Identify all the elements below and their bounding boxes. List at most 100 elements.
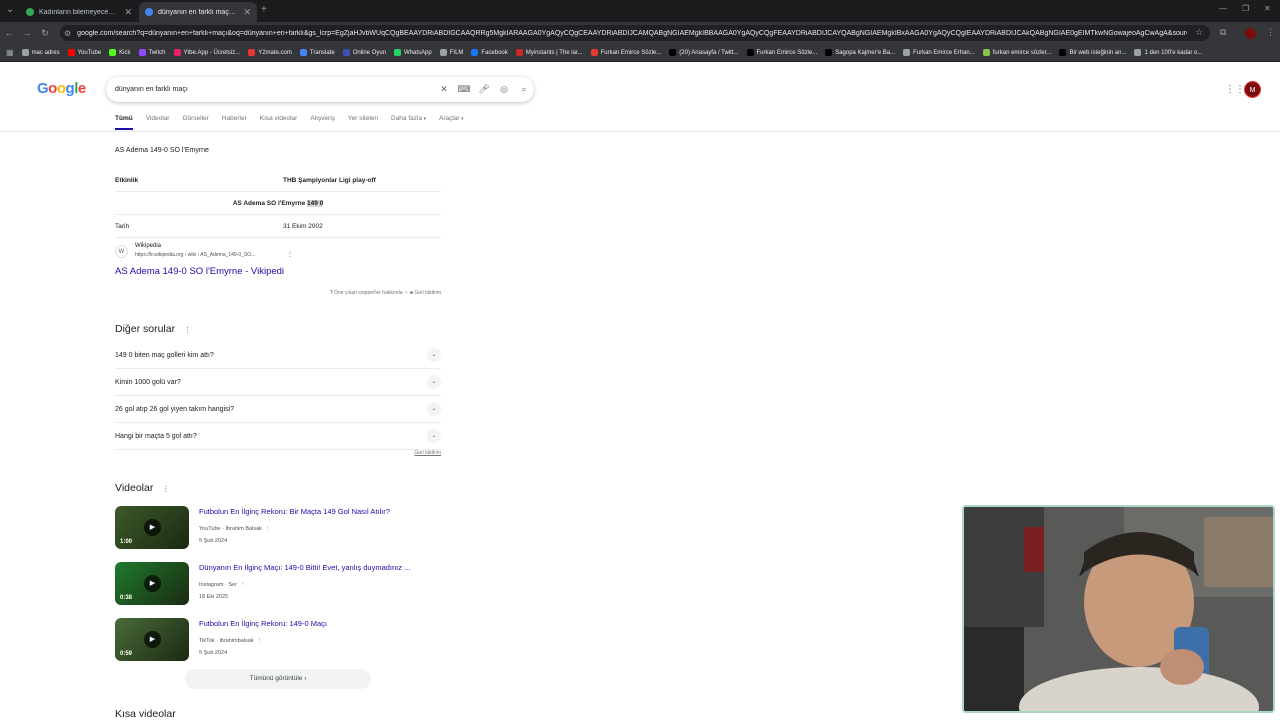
search-input[interactable]: dünyanın en farklı maçı <box>115 86 434 93</box>
source-name[interactable]: Wikipedia <box>135 243 161 249</box>
close-icon[interactable]: ✕ <box>243 7 251 18</box>
chevron-down-icon[interactable]: ⌄ <box>427 375 441 389</box>
browser-chrome: ⌄ Kadınların bilemeyeceği şeyler ✕ dünya… <box>0 0 1280 62</box>
bookmark-item[interactable]: Facebook <box>471 49 508 56</box>
video-thumbnail[interactable]: ▶ 0:59 <box>115 618 189 661</box>
search-box[interactable]: dünyanın en farklı maçı ✕ ⌨ 🎤︎ ◎ ⌕ <box>106 77 534 102</box>
highlighted-score: 149 0 <box>307 199 324 207</box>
minimize-icon[interactable]: — <box>1219 4 1227 13</box>
search-tab[interactable]: Kısa videolar <box>260 115 298 130</box>
video-result[interactable]: ▶ 1:00 Futbolun En İlginç Rekoru: Bir Ma… <box>115 506 441 550</box>
search-tab[interactable]: Videolar <box>146 115 170 130</box>
paa-question[interactable]: Kimin 1000 golü var? ⌄ <box>115 369 441 396</box>
profile-avatar[interactable] <box>1245 28 1256 39</box>
search-tab[interactable]: Görseller <box>182 115 208 130</box>
bookmark-label: FILM <box>449 49 464 56</box>
video-result[interactable]: ▶ 0:59 Futbolun En İlginç Rekoru: 149-0 … <box>115 618 441 662</box>
video-title[interactable]: Futbolun En İlginç Rekoru: 149-0 Maçı <box>199 619 439 628</box>
search-icon[interactable]: ⌕ <box>514 84 534 95</box>
bookmark-item[interactable]: YouTube <box>67 49 101 56</box>
menu-icon[interactable]: ⋮ <box>1266 27 1275 38</box>
result-link[interactable]: AS Adema 149-0 SO l'Emyrne - Vikipedi <box>115 266 284 277</box>
new-tab-icon[interactable]: + <box>261 4 267 15</box>
search-tab[interactable]: Haberler <box>222 115 247 130</box>
reload-icon[interactable]: ↻ <box>36 28 54 39</box>
search-tab[interactable]: Alışveriş <box>310 115 335 130</box>
bookmark-item[interactable]: Kick <box>109 49 131 56</box>
search-tab[interactable]: Tümü <box>115 115 133 130</box>
bookmark-item[interactable]: Furkan Emirce Erhan... <box>903 49 975 56</box>
bookmark-item[interactable]: Y2mate.com <box>248 49 292 56</box>
more-options-icon[interactable]: ⋮ <box>240 582 246 588</box>
bookmark-label: Furkan Emirce Sözle... <box>756 49 818 56</box>
bookmark-item[interactable]: WhatsApp <box>394 49 432 56</box>
video-date: 5 Şub 2024 <box>199 538 228 544</box>
browser-tab-2[interactable]: dünyanın en farklı maçı - Goog ✕ <box>139 2 257 22</box>
bookmark-item[interactable]: Myinstants | The lar... <box>515 49 583 56</box>
paa-heading-text: Diğer sorular <box>115 323 176 335</box>
more-options-icon[interactable]: ⋮ <box>287 251 293 258</box>
account-avatar[interactable]: M <box>1244 81 1261 98</box>
more-options-icon[interactable]: ⋮ <box>184 327 191 334</box>
video-title[interactable]: Futbolun En İlginç Rekoru: Bir Maçta 149… <box>199 507 439 516</box>
bookmark-item[interactable]: Bir web isteğinin an... <box>1059 49 1126 56</box>
dropdown-icon: ▾ <box>422 116 426 122</box>
apps-grid-icon[interactable]: ⋮⋮ <box>1225 84 1245 95</box>
tab-search-icon[interactable]: ⌄ <box>6 4 14 15</box>
video-title[interactable]: Dünyanın En İlginç Maçı: 149-0 Bitti! Ev… <box>199 563 439 572</box>
microphone-icon[interactable]: 🎤︎ <box>474 84 494 95</box>
bookmark-item[interactable]: Ytbe.App - Ücretsiz... <box>173 49 240 56</box>
paa-question[interactable]: 26 gol atıp 26 gol yiyen takım hangisi? … <box>115 396 441 423</box>
video-result[interactable]: ▶ 0:38 Dünyanın En İlginç Maçı: 149-0 Bi… <box>115 562 441 606</box>
play-icon: ▶ <box>144 631 161 648</box>
paa-question[interactable]: 149 0 biten maç golleri kim attı? ⌄ <box>115 342 441 369</box>
clear-icon[interactable]: ✕ <box>434 84 454 95</box>
question-text: 26 gol atıp 26 gol yiyen takım hangisi? <box>115 405 235 413</box>
more-options-icon[interactable]: ⋮ <box>257 638 263 644</box>
show-all-button[interactable]: Tümünü görüntüle › <box>185 669 371 689</box>
bookmark-item[interactable]: furkan emirce sözler... <box>982 49 1051 56</box>
bookmark-item[interactable]: Twitch <box>138 49 166 56</box>
more-options-icon[interactable]: ⋮ <box>265 526 271 532</box>
video-thumbnail[interactable]: ▶ 0:38 <box>115 562 189 605</box>
back-icon[interactable]: ← <box>0 28 18 38</box>
bookmark-item[interactable]: (20) Anasayfa / Twitt... <box>669 49 739 56</box>
close-icon[interactable]: ✕ <box>124 7 132 18</box>
lens-icon[interactable]: ◎ <box>494 84 514 95</box>
table-cell: 31 Ekim 2002 <box>283 222 323 230</box>
chevron-down-icon[interactable]: ⌄ <box>427 402 441 416</box>
search-tab[interactable]: Daha fazla ▾ <box>391 115 426 130</box>
bookmark-item[interactable]: Sagopa Kajmer'e Ba... <box>825 49 895 56</box>
forward-icon[interactable]: → <box>18 28 36 38</box>
bookmark-star-icon[interactable]: ☆ <box>1195 27 1203 38</box>
address-bar[interactable]: ⚙ google.com/search?q=dünyanın+en+farklı… <box>60 25 1210 41</box>
bookmark-item[interactable]: Furkan Emirce Sözle... <box>590 49 661 56</box>
site-info-icon[interactable]: ⚙ <box>64 29 71 38</box>
bookmark-item[interactable]: Furkan Emirce Sözle... <box>746 49 818 56</box>
bookmark-item[interactable]: mac adres <box>21 49 60 56</box>
window-close-icon[interactable]: ✕ <box>1264 4 1271 13</box>
paa-feedback-link[interactable]: Geri bildirim <box>115 450 441 456</box>
more-options-icon[interactable]: ⋮ <box>162 486 169 493</box>
bookmark-item[interactable]: FILM <box>439 49 464 56</box>
bookmark-item[interactable]: 1 den 100'e kadar o... <box>1134 49 1202 56</box>
search-tab[interactable]: Araçlar ▾ <box>439 115 464 130</box>
search-tab[interactable]: Yer siteleri <box>348 115 378 130</box>
paa-question[interactable]: Hangi bir maçta 5 gol attı? ⌄ <box>115 423 441 450</box>
url-text[interactable]: google.com/search?q=dünyanın+en+farklı+m… <box>77 30 1187 37</box>
about-snippets-link[interactable]: Öne çıkan snippet'ler hakkında <box>334 290 403 296</box>
extensions-icon[interactable]: ⧉ <box>1220 27 1226 38</box>
google-logo[interactable]: Google <box>37 80 86 97</box>
browser-tab-1[interactable]: Kadınların bilemeyeceği şeyler ✕ <box>20 2 138 22</box>
apps-shortcut-icon[interactable]: ▦ <box>6 48 14 57</box>
chevron-down-icon[interactable]: ⌄ <box>427 348 441 362</box>
video-thumbnail[interactable]: ▶ 1:00 <box>115 506 189 549</box>
keyboard-icon[interactable]: ⌨ <box>454 84 474 95</box>
source-cite[interactable]: https://tr.wikipedia.org › wiki › AS_Ade… <box>135 252 255 258</box>
chevron-down-icon[interactable]: ⌄ <box>427 429 441 443</box>
feedback-link[interactable]: Geri bildirim <box>414 290 441 296</box>
bookmark-item[interactable]: Translate <box>299 49 335 56</box>
maximize-icon[interactable]: ❐ <box>1242 4 1249 13</box>
bookmark-item[interactable]: Online Oyun <box>342 49 386 56</box>
video-duration: 0:38 <box>120 595 133 601</box>
